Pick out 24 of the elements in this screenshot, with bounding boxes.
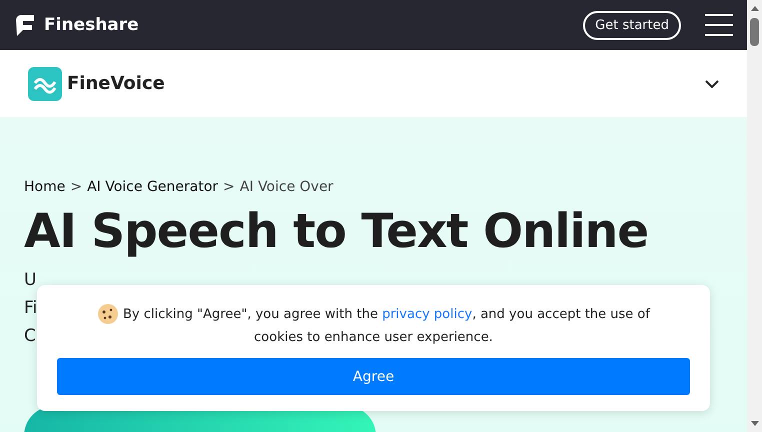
brand-name: Fineshare — [44, 15, 140, 35]
agree-button[interactable]: Agree — [57, 358, 690, 395]
get-started-button[interactable]: Get started — [583, 10, 681, 40]
intro-text: U — [24, 269, 36, 292]
product-name: FineVoice — [67, 73, 166, 94]
breadcrumb-label: > — [70, 178, 82, 196]
menu-icon[interactable] — [705, 14, 733, 36]
breadcrumb-label: AI Voice Over — [240, 178, 334, 196]
privacy-policy-link[interactable]: privacy policy — [382, 307, 472, 322]
cookie-icon — [97, 303, 120, 326]
breadcrumb-link[interactable]: AI Voice Generator — [87, 178, 218, 196]
breadcrumb-label: > — [223, 178, 235, 196]
chevron-down-icon[interactable] — [705, 80, 719, 88]
waves-logo-icon — [28, 66, 62, 100]
page-title: AI Speech to Text Online — [24, 204, 650, 260]
breadcrumb-link[interactable]: Home — [24, 178, 66, 196]
scrollbar-thumb[interactable] — [750, 18, 759, 46]
intro-text: C — [24, 325, 36, 348]
scroll-up-icon[interactable] — [750, 4, 760, 14]
scroll-down-icon[interactable] — [750, 418, 760, 428]
intro-text: Fi — [24, 297, 38, 320]
cookie-message: By clicking "Agree", you agree with the privacy policy, and you accept the use of cookies to enhance user experience. — [74, 303, 674, 349]
scrollbar[interactable] — [747, 0, 762, 432]
brand-logo-icon — [14, 14, 36, 36]
